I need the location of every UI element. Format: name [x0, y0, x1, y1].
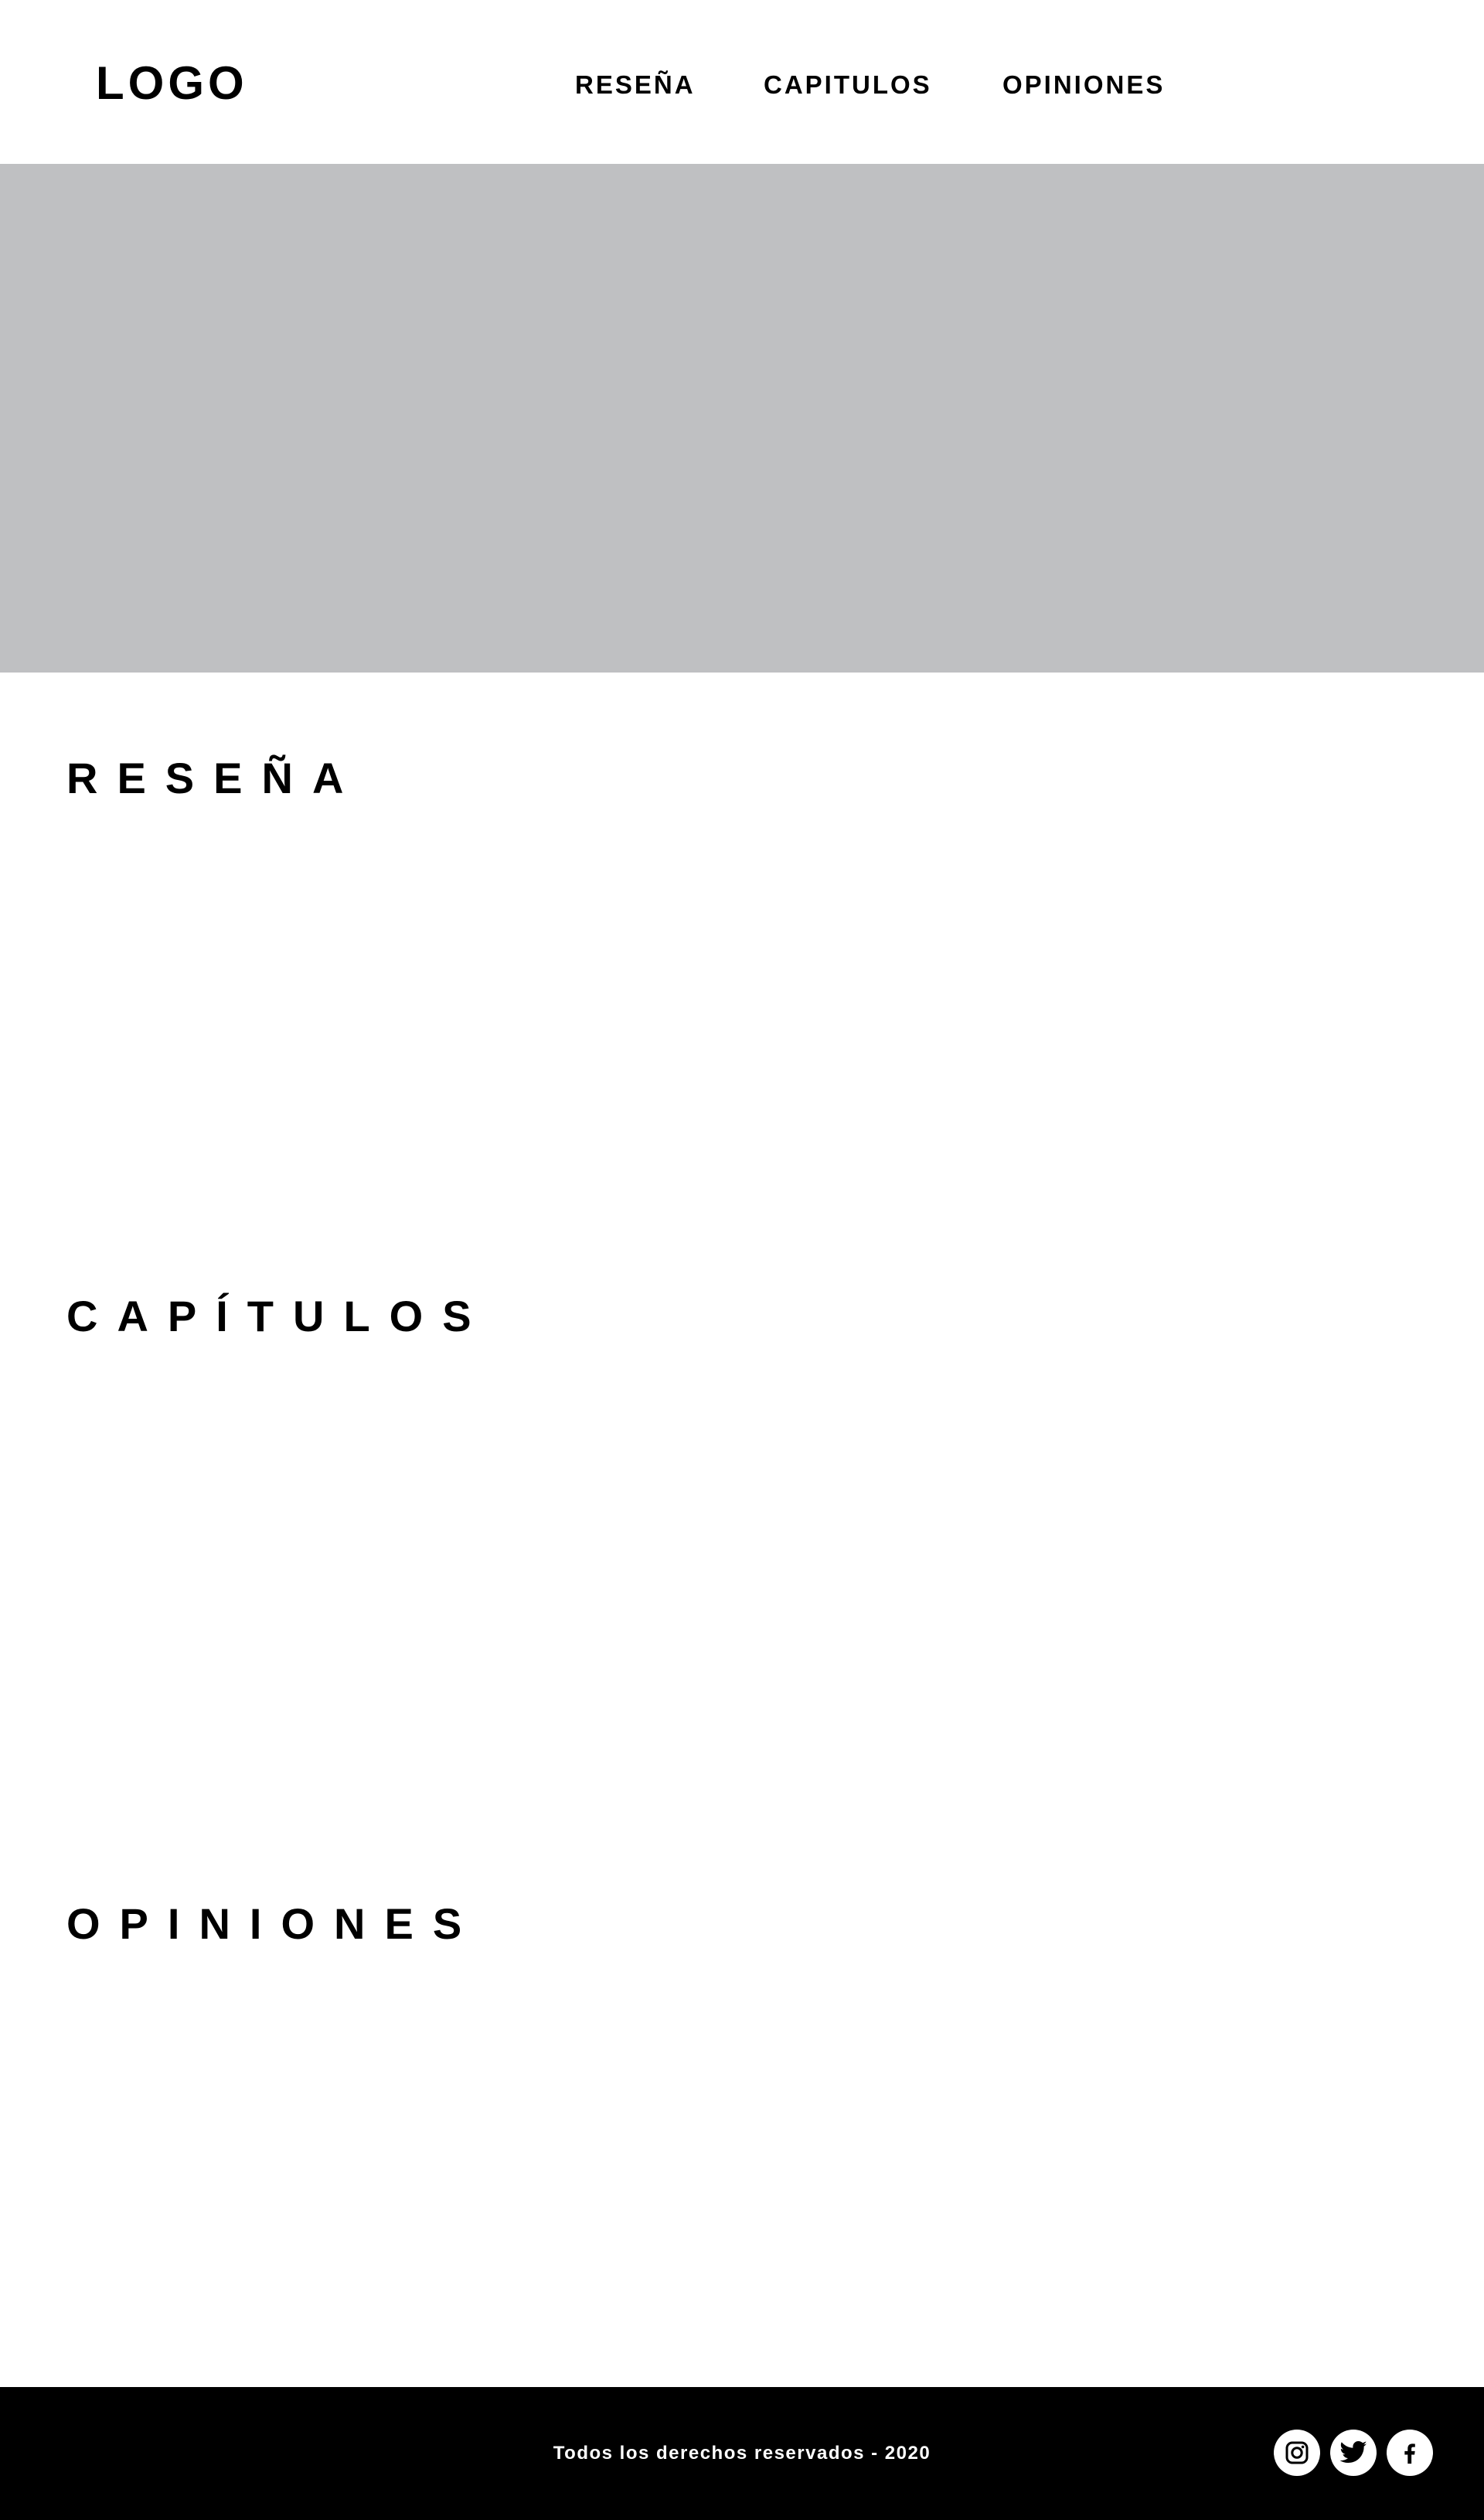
twitter-link[interactable]	[1330, 2430, 1377, 2476]
facebook-icon	[1404, 2443, 1415, 2464]
facebook-link[interactable]	[1387, 2430, 1433, 2476]
section-title-capitulos: CAPÍTULOS	[66, 1292, 491, 1340]
section-title-opiniones: OPINIONES	[66, 1899, 482, 1948]
instagram-icon	[1285, 2441, 1309, 2464]
nav-link-resena[interactable]: RESEÑA	[575, 68, 696, 102]
section-title-resena: RESEÑA	[66, 754, 363, 802]
main-nav: RESEÑA CAPITULOS OPINIONES	[0, 0, 1484, 164]
site-footer: Todos los derechos reservados - 2020	[0, 2387, 1484, 2520]
nav-link-opiniones[interactable]: OPINIONES	[1002, 68, 1165, 102]
instagram-link[interactable]	[1274, 2430, 1320, 2476]
twitter-icon	[1339, 2440, 1367, 2463]
nav-link-capitulos[interactable]: CAPITULOS	[764, 68, 932, 102]
hero-banner	[0, 164, 1484, 673]
copyright-text: Todos los derechos reservados - 2020	[553, 2443, 931, 2464]
site-header: LOGO RESEÑA CAPITULOS OPINIONES	[0, 0, 1484, 164]
